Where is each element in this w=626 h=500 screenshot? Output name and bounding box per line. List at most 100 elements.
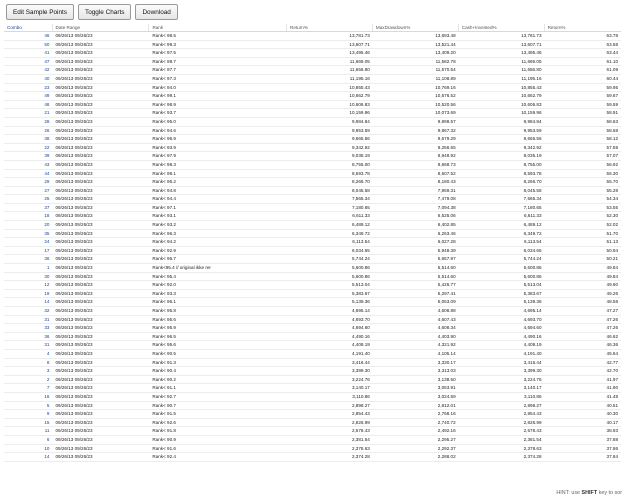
table-row[interactable]: 2 09/26/13 09/26/23 Rank< 90.2 3,224.76 3,13… xyxy=(4,376,621,385)
column-header-max-drawdown[interactable]: MaxDrawdown% xyxy=(373,24,459,31)
table-row[interactable]: 38 09/26/13 09/26/23 Rank< 96.9 9,665.56 9,5… xyxy=(4,135,621,144)
edit-sample-points-button[interactable]: Edit Sample Points xyxy=(6,4,74,20)
cell-combo[interactable]: 36 xyxy=(4,255,52,263)
column-header-return[interactable]: Return% xyxy=(287,24,373,31)
table-row[interactable]: 3 09/26/13 09/26/23 Rank< 90.4 3,399.30 3,31… xyxy=(4,367,621,376)
cell-combo[interactable]: 18 xyxy=(4,212,52,220)
table-row[interactable]: 39 09/26/13 09/26/23 Rank< 97.9 9,035.19 8,9… xyxy=(4,152,621,161)
cell-combo[interactable]: 5 xyxy=(4,402,52,410)
table-row[interactable]: 50 09/26/13 09/26/23 Rank< 99.3 13,607.71 13… xyxy=(4,41,621,50)
table-row[interactable]: 29 09/26/13 09/26/23 Rank< 95.2 8,266.70 8,1… xyxy=(4,178,621,187)
table-row[interactable]: 35 09/26/13 09/26/23 Rank< 96.3 6,349.72 6,2… xyxy=(4,230,621,239)
cell-combo[interactable]: 17 xyxy=(4,247,52,255)
cell-combo[interactable]: 33 xyxy=(4,324,52,332)
cell-combo[interactable]: 24 xyxy=(4,238,52,246)
table-row[interactable]: 1 09/26/13 09/26/23 Rank<95.4 // original … xyxy=(4,264,621,273)
table-row[interactable]: 43 09/26/13 09/26/23 Rank< 98.3 8,755.00 8,6… xyxy=(4,161,621,170)
cell-combo[interactable]: 20 xyxy=(4,221,52,229)
cell-combo[interactable]: 1 xyxy=(4,264,52,272)
cell-combo[interactable]: 22 xyxy=(4,144,52,152)
cell-combo[interactable]: 36 xyxy=(4,333,52,341)
table-row[interactable]: 33 09/26/13 09/26/23 Rank< 95.9 4,694.60 4,6… xyxy=(4,324,621,333)
table-row[interactable]: 10 09/26/13 09/26/23 Rank< 91.6 2,378.63 2,2… xyxy=(4,445,621,454)
table-row[interactable]: 20 09/26/13 09/26/23 Rank< 93.2 6,489.12 6,4… xyxy=(4,221,621,230)
column-header-rank[interactable]: Rank xyxy=(149,24,288,31)
table-row[interactable]: 19 09/26/13 09/26/23 Rank< 93.3 5,383.67 5,2… xyxy=(4,290,621,299)
table-row[interactable]: 42 09/26/13 09/26/23 Rank< 97.7 11,656.80 11… xyxy=(4,66,621,75)
cell-combo[interactable]: 4 xyxy=(4,350,52,358)
column-header-date-range[interactable]: Date Range xyxy=(53,24,150,31)
table-row[interactable]: 37 09/26/13 09/26/23 Rank< 97.1 7,180.65 7,0… xyxy=(4,204,621,213)
table-row[interactable]: 23 09/26/13 09/26/23 Rank< 94.0 10,855.43 10… xyxy=(4,84,621,93)
cell-combo[interactable]: 12 xyxy=(4,281,52,289)
table-row[interactable]: 9 09/26/13 09/26/23 Rank< 91.5 2,854.43 2,76… xyxy=(4,410,621,419)
table-row[interactable]: 47 09/26/13 09/26/23 Rank< 98.7 11,669.05 11… xyxy=(4,58,621,67)
table-row[interactable]: 6 09/26/13 09/26/23 Rank< 90.9 2,381.54 2,29… xyxy=(4,436,621,445)
cell-combo[interactable]: 44 xyxy=(4,170,52,178)
cell-combo[interactable]: 3 xyxy=(4,367,52,375)
table-row[interactable]: 27 09/26/13 09/26/23 Rank< 94.8 8,045.58 7,9… xyxy=(4,187,621,196)
cell-combo[interactable]: 15 xyxy=(4,419,52,427)
cell-combo[interactable]: 41 xyxy=(4,49,52,57)
cell-combo[interactable]: 28 xyxy=(4,118,52,126)
table-row[interactable]: 22 09/26/13 09/26/23 Rank< 93.9 9,342.92 9,2… xyxy=(4,144,621,153)
column-header-combo[interactable]: Combo xyxy=(4,24,53,31)
cell-combo[interactable]: 27 xyxy=(4,187,52,195)
table-row[interactable]: 24 09/26/13 09/26/23 Rank< 94.2 6,113.54 6,0… xyxy=(4,238,621,247)
cell-combo[interactable]: 31 xyxy=(4,341,52,349)
cell-combo[interactable]: 2 xyxy=(4,376,52,384)
table-row[interactable]: 26 09/26/13 09/26/23 Rank< 94.6 9,953.59 9,8… xyxy=(4,127,621,136)
cell-combo[interactable]: 40 xyxy=(4,75,52,83)
cell-combo[interactable]: 19 xyxy=(4,290,52,298)
toggle-charts-button[interactable]: Toggle Charts xyxy=(78,4,132,20)
cell-combo[interactable]: 50 xyxy=(4,41,52,49)
cell-combo[interactable]: 25 xyxy=(4,195,52,203)
table-row[interactable]: 31 09/26/13 09/26/23 Rank< 95.6 4,693.70 4,6… xyxy=(4,316,621,325)
cell-combo[interactable]: 46 xyxy=(4,32,52,40)
table-row[interactable]: 7 09/26/13 09/26/23 Rank< 91.1 3,140.17 3,05… xyxy=(4,384,621,393)
table-row[interactable]: 40 09/26/13 09/26/23 Rank< 97.3 11,195.16 11… xyxy=(4,75,621,84)
table-row[interactable]: 28 09/26/13 09/26/23 Rank< 95.0 9,984.84 9,8… xyxy=(4,118,621,127)
cell-combo[interactable]: 38 xyxy=(4,135,52,143)
table-row[interactable]: 41 09/26/13 09/26/23 Rank< 97.5 13,495.46 13… xyxy=(4,49,621,58)
table-row[interactable]: 36 09/26/13 09/26/23 Rank< 96.7 5,744.24 5,6… xyxy=(4,255,621,265)
column-header-cash-invested[interactable]: Cash+Invested% xyxy=(459,24,545,31)
cell-combo[interactable]: 7 xyxy=(4,384,52,392)
cell-combo[interactable]: 37 xyxy=(4,204,52,212)
table-row[interactable]: 15 09/26/13 09/26/23 Rank< 92.6 2,826.99 2,7… xyxy=(4,419,621,428)
cell-combo[interactable]: 49 xyxy=(4,92,52,100)
cell-combo[interactable]: 8 xyxy=(4,359,52,367)
table-row[interactable]: 21 09/26/13 09/26/23 Rank< 93.7 10,159.96 10… xyxy=(4,109,621,118)
cell-combo[interactable]: 39 xyxy=(4,152,52,160)
table-row[interactable]: 44 09/26/13 09/26/23 Rank< 98.1 8,593.78 8,5… xyxy=(4,170,621,179)
table-row[interactable]: 31 09/26/13 09/26/23 Rank< 95.6 4,408.19 4,3… xyxy=(4,341,621,350)
cell-combo[interactable]: 31 xyxy=(4,316,52,324)
table-row[interactable]: 14 09/26/13 09/26/23 Rank< 96.1 5,139.36 5,0… xyxy=(4,298,621,307)
cell-combo[interactable]: 42 xyxy=(4,66,52,74)
cell-combo[interactable]: 21 xyxy=(4,109,52,117)
table-row[interactable]: 32 09/26/13 09/26/23 Rank< 95.8 4,695.14 4,6… xyxy=(4,307,621,316)
cell-combo[interactable]: 32 xyxy=(4,307,52,315)
table-row[interactable]: 46 09/26/13 09/26/23 Rank< 98.5 13,781.73 13… xyxy=(4,32,621,41)
cell-combo[interactable]: 14 xyxy=(4,298,52,306)
table-row[interactable]: 30 09/26/13 09/26/23 Rank< 95.4 5,600.86 5,5… xyxy=(4,273,621,282)
cell-combo[interactable]: 26 xyxy=(4,127,52,135)
table-row[interactable]: 11 09/26/13 09/26/23 Rank< 91.8 2,578.43 2,4… xyxy=(4,427,621,436)
table-row[interactable]: 48 09/26/13 09/26/23 Rank< 98.9 10,606.83 10… xyxy=(4,101,621,110)
cell-combo[interactable]: 6 xyxy=(4,436,52,444)
cell-combo[interactable]: 10 xyxy=(4,445,52,453)
table-row[interactable]: 4 09/26/13 09/26/23 Rank< 90.5 4,191.40 4,10… xyxy=(4,350,621,359)
table-row[interactable]: 17 09/26/13 09/26/23 Rank< 92.9 6,034.65 5,9… xyxy=(4,247,621,256)
cell-combo[interactable]: 47 xyxy=(4,58,52,66)
table-row[interactable]: 8 09/26/13 09/26/23 Rank< 91.3 3,416.44 3,33… xyxy=(4,359,621,368)
table-row[interactable]: 14 09/26/13 09/26/23 Rank< 92.4 2,374.28 2,2… xyxy=(4,453,621,462)
table-row[interactable]: 5 09/26/13 09/26/23 Rank< 90.7 2,898.27 2,81… xyxy=(4,402,621,411)
table-row[interactable]: 25 09/26/13 09/26/23 Rank< 94.4 7,565.34 7,4… xyxy=(4,195,621,204)
cell-combo[interactable]: 16 xyxy=(4,393,52,401)
table-row[interactable]: 49 09/26/13 09/26/23 Rank< 99.1 10,662.79 10… xyxy=(4,92,621,101)
column-header-return-2[interactable]: Return% xyxy=(545,24,621,31)
cell-combo[interactable]: 43 xyxy=(4,161,52,169)
cell-combo[interactable]: 48 xyxy=(4,101,52,109)
cell-combo[interactable]: 30 xyxy=(4,273,52,281)
cell-combo[interactable]: 23 xyxy=(4,84,52,92)
